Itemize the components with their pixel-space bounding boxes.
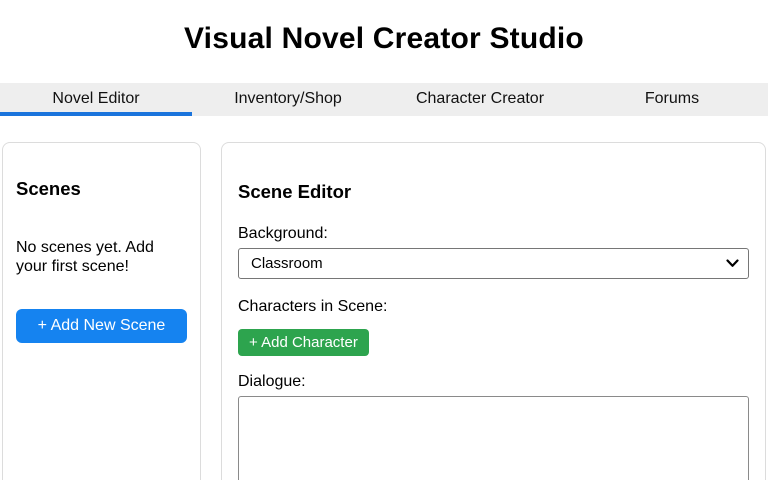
add-new-scene-button[interactable]: + Add New Scene [16, 309, 187, 344]
add-character-button[interactable]: + Add Character [238, 328, 369, 356]
tab-bar: Novel Editor Inventory/Shop Character Cr… [0, 83, 768, 116]
main-content: Scenes No scenes yet. Add your first sce… [2, 142, 766, 480]
tab-character-creator[interactable]: Character Creator [384, 83, 576, 116]
tab-forums[interactable]: Forums [576, 83, 768, 116]
scene-editor-panel: Scene Editor Background: Classroom Chara… [221, 142, 766, 480]
background-label: Background: [238, 225, 328, 242]
tab-inventory-shop[interactable]: Inventory/Shop [192, 83, 384, 116]
background-select-value: Classroom [251, 255, 323, 273]
scene-editor-title: Scene Editor [238, 181, 352, 202]
chevron-down-icon [726, 259, 739, 268]
page-title: Visual Novel Creator Studio [184, 22, 584, 55]
characters-in-scene-label: Characters in Scene: [238, 298, 388, 316]
background-select[interactable]: Classroom [238, 248, 749, 280]
scenes-title: Scenes [16, 178, 81, 199]
dialogue-label: Dialogue: [238, 372, 306, 390]
scenes-panel: Scenes No scenes yet. Add your first sce… [2, 142, 201, 480]
tab-novel-editor[interactable]: Novel Editor [0, 83, 192, 116]
dialogue-textarea[interactable] [238, 396, 749, 480]
scenes-empty-message: No scenes yet. Add your first scene! [16, 239, 154, 275]
